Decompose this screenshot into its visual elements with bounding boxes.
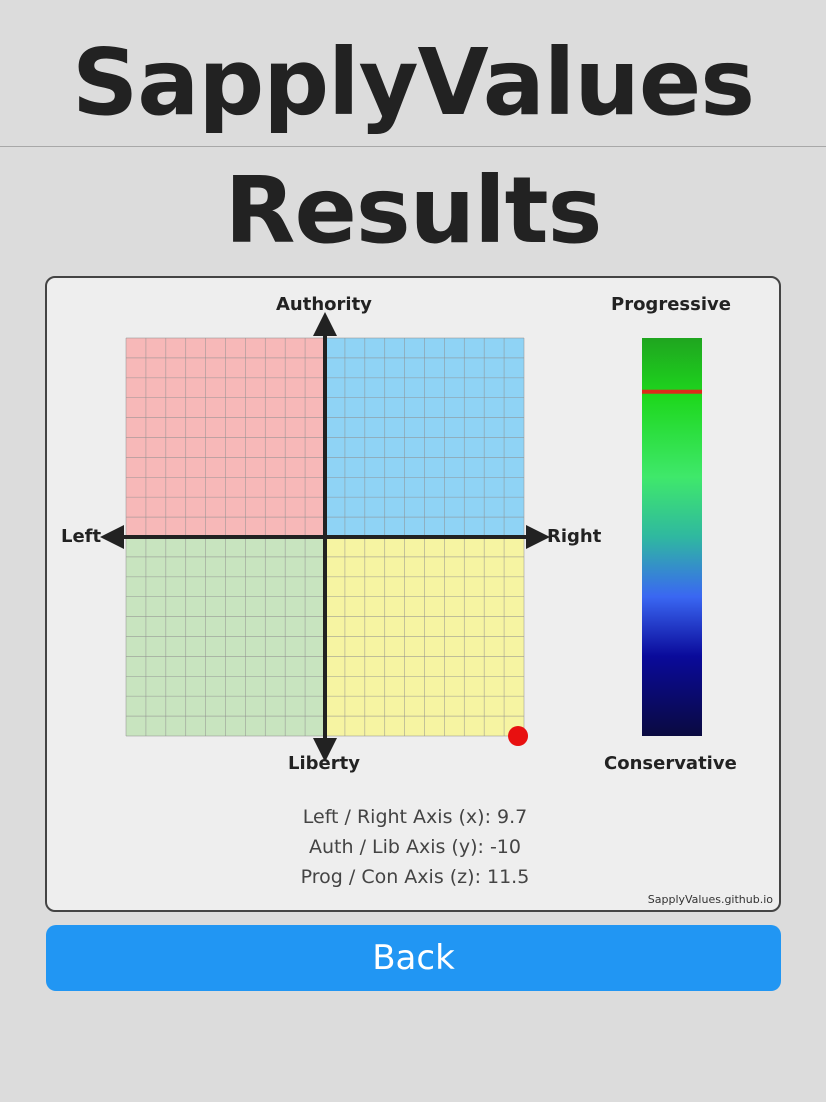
axis-label-authority: Authority — [276, 294, 372, 315]
page-subtitle: Results — [224, 157, 603, 264]
gradient-label-progressive: Progressive — [611, 294, 731, 315]
gradient-label-conservative: Conservative — [604, 753, 737, 774]
page-title: SapplyValues — [72, 29, 755, 136]
axis-label-liberty: Liberty — [288, 753, 360, 774]
divider — [0, 146, 826, 147]
page-header: SapplyValues Results — [0, 0, 826, 270]
site-footer: SapplyValues.github.io — [647, 893, 773, 906]
result-point — [508, 726, 529, 746]
result-z-axis: Prog / Con Axis (z): 11.5 — [300, 866, 530, 888]
axis-label-right: Right — [547, 526, 602, 547]
result-x-axis: Left / Right Axis (x): 9.7 — [302, 806, 528, 828]
result-y-axis: Auth / Lib Axis (y): -10 — [309, 836, 521, 858]
results-card: Authority Liberty Left Right Progressive… — [45, 276, 781, 912]
z-marker — [642, 389, 702, 394]
back-button[interactable]: Back — [46, 925, 781, 991]
progressive-conservative-bar — [642, 338, 702, 736]
axis-label-left: Left — [61, 526, 102, 547]
